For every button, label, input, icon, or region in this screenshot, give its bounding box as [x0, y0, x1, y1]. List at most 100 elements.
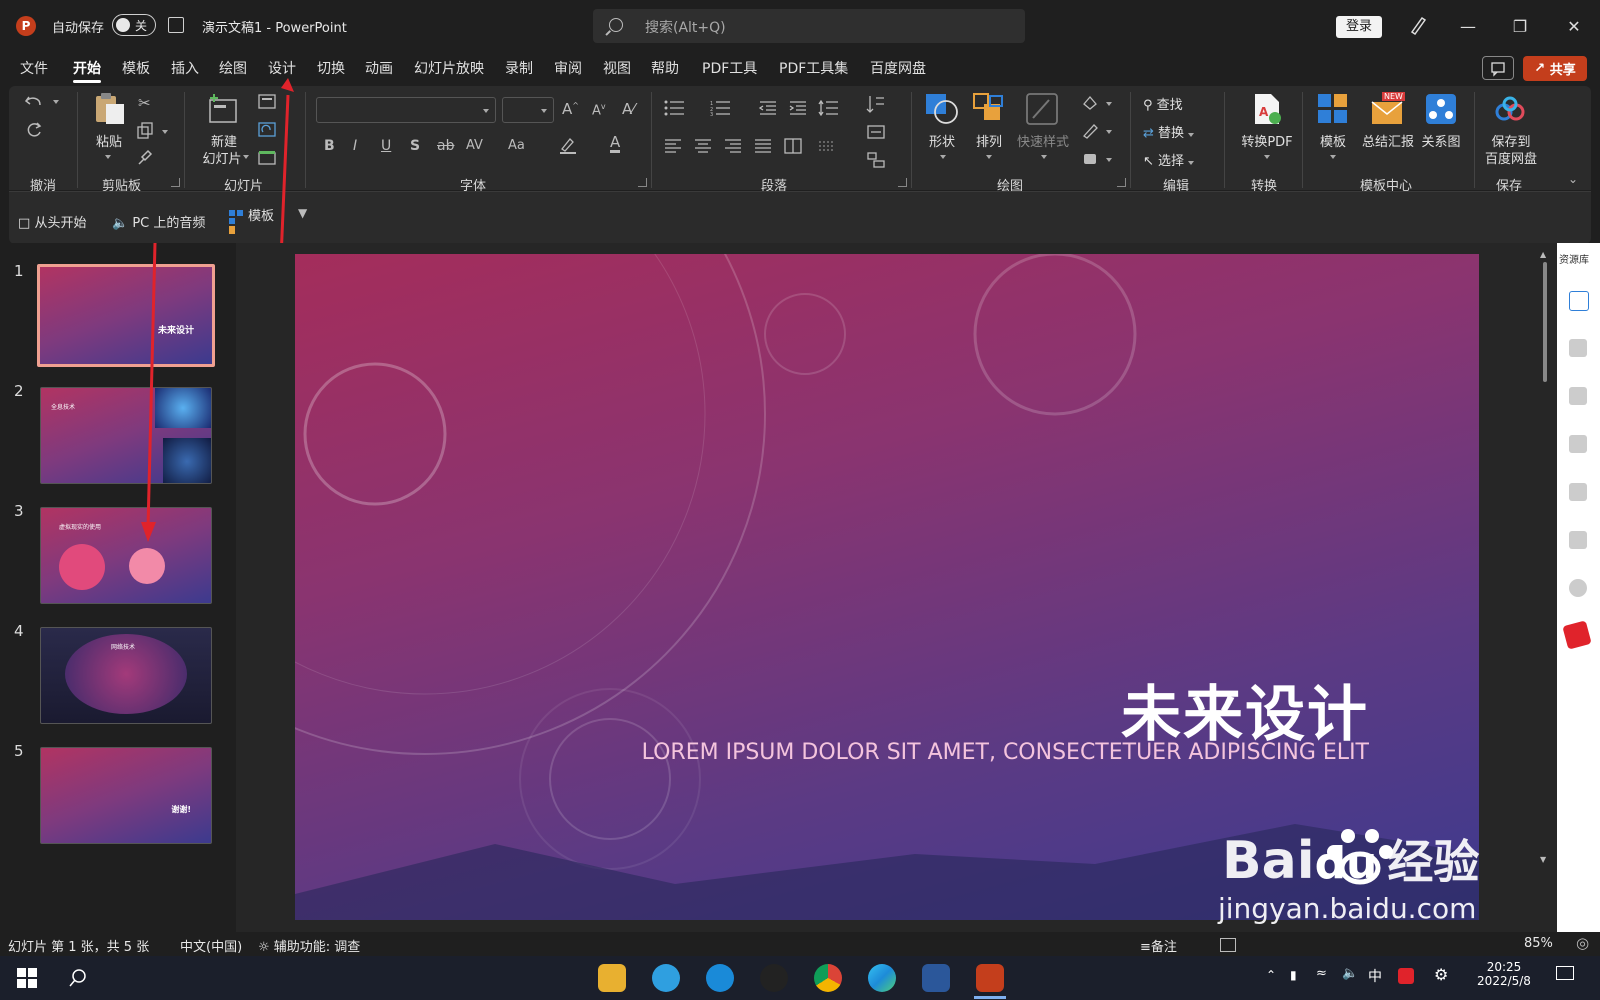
tab-slideshow[interactable]: 幻灯片放映 [414, 58, 484, 78]
align-left-icon[interactable] [664, 138, 682, 154]
tray-chevron-icon[interactable]: ⌃ [1266, 968, 1276, 982]
quick-styles-icon[interactable] [1025, 92, 1059, 126]
slide-thumbnail-2[interactable]: 全息技术 [40, 387, 212, 484]
align-text-icon[interactable] [866, 122, 886, 142]
windows-start-icon[interactable] [17, 968, 37, 988]
notes-button[interactable]: ≡备注 [1140, 936, 1177, 955]
scroll-down-icon[interactable]: ▼ [1540, 855, 1546, 864]
clear-format-icon[interactable]: A⁄ [622, 100, 635, 118]
align-right-icon[interactable] [724, 138, 742, 154]
shape-effects-dropdown-icon[interactable] [1106, 158, 1112, 162]
relationship-icon[interactable] [1424, 92, 1458, 126]
tab-template[interactable]: 模板 [122, 58, 150, 78]
font-color-icon[interactable]: A [610, 135, 621, 153]
collapse-ribbon-icon[interactable]: ⌄ [1568, 172, 1578, 186]
align-center-icon[interactable] [694, 138, 712, 154]
tab-record[interactable]: 录制 [505, 58, 533, 78]
new-slide-icon[interactable] [206, 92, 240, 126]
clipboard-launcher-icon[interactable] [171, 178, 180, 187]
bold-icon[interactable]: B [324, 138, 335, 154]
to-pdf-dropdown-icon[interactable] [1264, 155, 1270, 159]
justify-icon[interactable] [754, 138, 772, 154]
wifi-icon[interactable]: ≈ [1316, 966, 1327, 981]
strikethrough-icon[interactable]: ab [437, 138, 454, 154]
file-explorer-icon[interactable] [598, 964, 626, 992]
resource-icon[interactable] [1569, 435, 1587, 453]
tab-transitions[interactable]: 切换 [317, 58, 345, 78]
slide-thumbnail-3[interactable]: 虚拟现实的使用 [40, 507, 212, 604]
shapes-icon[interactable] [924, 92, 960, 126]
find-button[interactable]: ⚲ 查找 [1143, 94, 1183, 113]
paragraph-launcher-icon[interactable] [898, 178, 907, 187]
scrollbar-thumb[interactable] [1543, 262, 1547, 382]
app-icon[interactable] [706, 964, 734, 992]
drawing-launcher-icon[interactable] [1117, 178, 1126, 187]
language-status[interactable]: 中文(中国) [180, 936, 242, 955]
resource-icon[interactable] [1569, 339, 1587, 357]
qat-template-label[interactable]: 模板 [248, 205, 274, 224]
tab-help[interactable]: 帮助 [651, 58, 679, 78]
slide-subtitle[interactable]: LOREM IPSUM DOLOR SIT AMET, CONSECTETUER… [642, 740, 1369, 765]
shape-fill-dropdown-icon[interactable] [1106, 102, 1112, 106]
more-icon[interactable] [1569, 579, 1587, 597]
scroll-up-icon[interactable]: ▲ [1540, 250, 1546, 259]
increase-indent-icon[interactable] [788, 100, 808, 116]
undo-dropdown-icon[interactable] [53, 100, 59, 104]
arrange-dropdown-icon[interactable] [986, 155, 992, 159]
resource-icon[interactable] [1569, 387, 1587, 405]
copy-icon[interactable] [136, 122, 154, 140]
template-dropdown-icon[interactable] [1330, 155, 1336, 159]
text-align-icon[interactable] [818, 138, 836, 154]
paste-dropdown-icon[interactable] [105, 155, 111, 159]
restore-icon[interactable]: ❐ [1500, 10, 1540, 42]
tab-design[interactable]: 设计 [268, 58, 296, 78]
accessibility-status[interactable]: ☼ 辅助功能: 调查 [258, 936, 360, 955]
arrange-icon[interactable] [972, 92, 1006, 126]
sogou-icon[interactable] [1398, 968, 1414, 984]
columns-icon[interactable] [784, 138, 802, 154]
quick-styles-dropdown-icon[interactable] [1041, 155, 1047, 159]
shape-effects-icon[interactable] [1080, 150, 1100, 168]
shape-outline-icon[interactable] [1080, 122, 1100, 140]
copy-dropdown-icon[interactable] [162, 130, 168, 134]
resource-icon[interactable] [1569, 483, 1587, 501]
save-to-label-2[interactable]: 百度网盘 [1480, 148, 1542, 167]
tab-file[interactable]: 文件 [20, 58, 48, 78]
slide-thumbnail-5[interactable]: 谢谢! [40, 747, 212, 844]
undo-icon[interactable] [24, 92, 44, 110]
to-pdf-label[interactable]: 转换PDF [1236, 131, 1298, 150]
shape-outline-dropdown-icon[interactable] [1106, 130, 1112, 134]
clock[interactable]: 20:25 2022/5/8 [1474, 960, 1534, 988]
char-spacing-icon[interactable]: AV [466, 138, 483, 153]
pen-icon[interactable] [1409, 15, 1427, 35]
autosave-toggle[interactable]: 关 [112, 14, 156, 36]
summary-report-label[interactable]: 总结汇报 [1360, 131, 1416, 150]
qat-template-icon[interactable] [228, 208, 244, 236]
search-input[interactable]: 搜索(Alt+Q) [593, 9, 1025, 43]
paste-icon[interactable] [92, 92, 126, 126]
minimize-icon[interactable]: — [1448, 10, 1488, 42]
tab-animations[interactable]: 动画 [365, 58, 393, 78]
shapes-dropdown-icon[interactable] [940, 155, 946, 159]
text-direction-icon[interactable] [866, 94, 886, 114]
battery-icon[interactable]: ▮ [1290, 968, 1297, 982]
tab-draw[interactable]: 绘图 [219, 58, 247, 78]
tab-baidu-netdisk[interactable]: 百度网盘 [870, 58, 926, 78]
red-envelope-icon[interactable] [1562, 620, 1592, 650]
redo-icon[interactable] [24, 120, 44, 140]
from-start-button[interactable]: □ 从头开始 [18, 212, 86, 231]
notification-icon[interactable] [1556, 966, 1574, 980]
font-launcher-icon[interactable] [638, 178, 647, 187]
font-size-select[interactable] [502, 97, 554, 123]
resource-doc-icon[interactable] [1569, 291, 1589, 311]
volume-icon[interactable]: 🔈 [1342, 966, 1358, 981]
qat-customize-icon[interactable]: ▼ [298, 206, 307, 220]
fit-slide-icon[interactable]: ◎ [1576, 934, 1589, 952]
vertical-scrollbar[interactable]: ▲ ▼ [1540, 250, 1550, 910]
browser-e-icon[interactable] [652, 964, 680, 992]
tab-review[interactable]: 审阅 [554, 58, 582, 78]
highlight-icon[interactable] [558, 135, 578, 155]
qq-icon[interactable] [760, 964, 788, 992]
tab-pdf-toolset[interactable]: PDF工具集 [779, 58, 848, 78]
comment-button[interactable] [1482, 56, 1514, 80]
